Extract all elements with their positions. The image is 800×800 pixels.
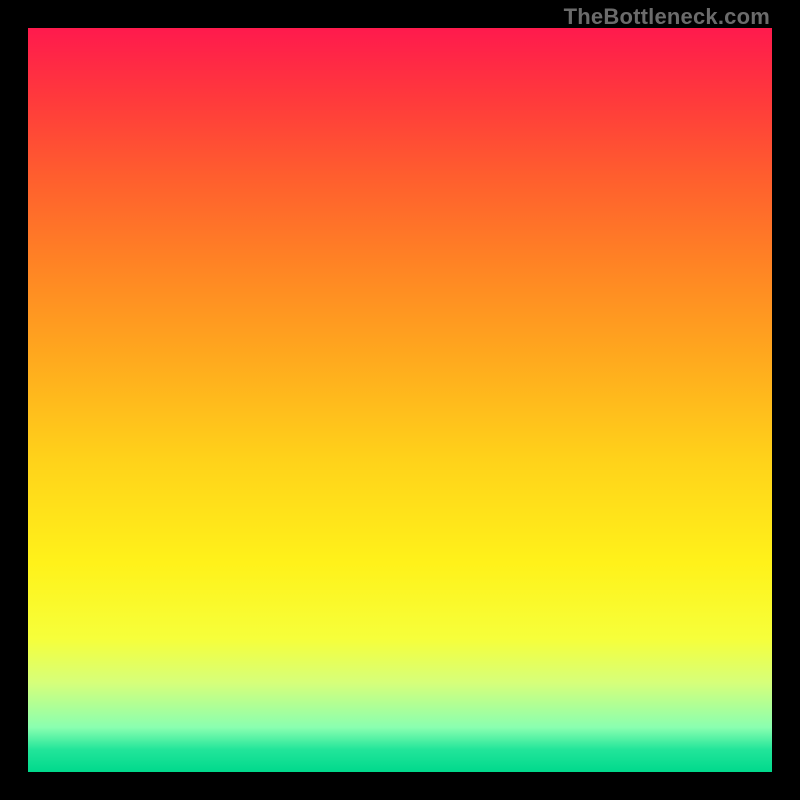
watermark-text: TheBottleneck.com: [564, 4, 770, 30]
gradient-background: [28, 28, 772, 772]
plot-area: [28, 28, 772, 772]
chart-frame: TheBottleneck.com: [0, 0, 800, 800]
